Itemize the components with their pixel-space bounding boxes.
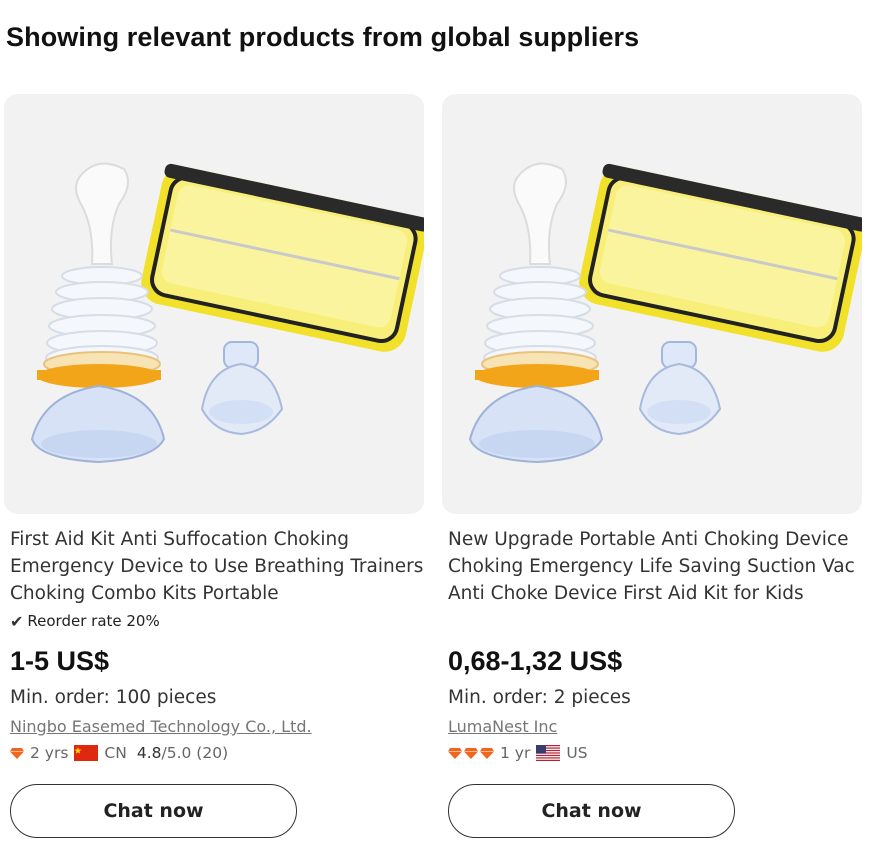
- product-title[interactable]: New Upgrade Portable Anti Choking Device…: [442, 526, 862, 607]
- supplier-rating-suffix: /5.0 (20): [161, 744, 229, 762]
- supplier-link[interactable]: LumaNest Inc: [448, 717, 557, 736]
- product-card[interactable]: New Upgrade Portable Anti Choking Device…: [442, 94, 862, 838]
- supplier-link[interactable]: Ningbo Easemed Technology Co., Ltd.: [10, 717, 312, 736]
- reorder-rate-text: Reorder rate 20%: [27, 612, 160, 630]
- supplier-meta: 1 yr US: [448, 742, 588, 764]
- supplier-years: 1 yr: [500, 744, 531, 762]
- supplier-meta: 2 yrs CN 4.8/5.0 (20): [10, 742, 228, 764]
- supplier-diamond-icon: [10, 747, 24, 759]
- product-card[interactable]: First Aid Kit Anti Suffocation Choking E…: [4, 94, 424, 838]
- product-price: 1-5 US$: [10, 646, 110, 676]
- supplier-years: 2 yrs: [30, 744, 69, 762]
- chat-now-button[interactable]: Chat now: [10, 784, 297, 838]
- anti-choking-device-image: [4, 94, 424, 514]
- product-price: 0,68-1,32 US$: [448, 646, 623, 676]
- product-title[interactable]: First Aid Kit Anti Suffocation Choking E…: [4, 526, 424, 607]
- chat-now-button[interactable]: Chat now: [448, 784, 735, 838]
- min-order: Min. order: 2 pieces: [448, 687, 631, 708]
- supplier-rating: 4.8: [136, 744, 162, 762]
- product-image[interactable]: [442, 94, 862, 514]
- supplier-country: CN: [104, 744, 127, 762]
- section-heading: Showing relevant products from global su…: [6, 22, 640, 52]
- supplier-country: US: [566, 744, 588, 762]
- china-flag-icon: [74, 745, 99, 761]
- reorder-rate: ✔ Reorder rate 20%: [4, 609, 424, 633]
- supplier-diamond-icon: [448, 747, 494, 759]
- min-order: Min. order: 100 pieces: [10, 687, 217, 708]
- anti-choking-device-image: [442, 94, 862, 514]
- checkmark-icon: ✔: [10, 611, 24, 631]
- usa-flag-icon: [536, 745, 561, 761]
- product-image[interactable]: [4, 94, 424, 514]
